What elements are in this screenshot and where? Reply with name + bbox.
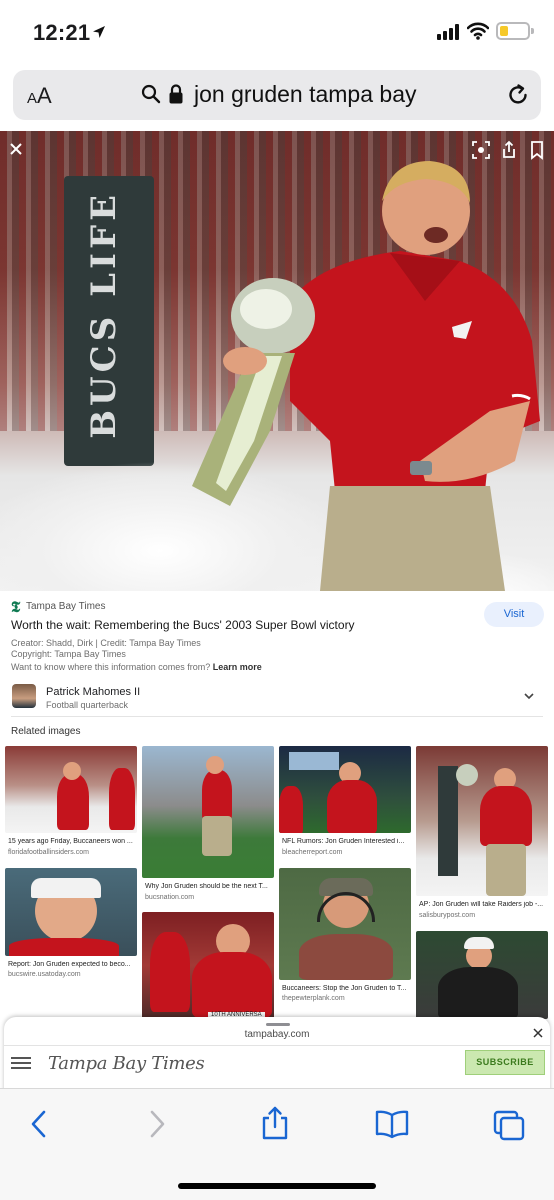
site-masthead[interactable]: Tampa Bay Times (48, 1053, 205, 1074)
related-figure-left (279, 786, 303, 833)
close-icon[interactable] (6, 139, 28, 161)
copyright-line: Copyright: Tampa Bay Times (11, 649, 126, 659)
scoreboard (289, 752, 339, 770)
back-icon[interactable] (28, 1109, 50, 1139)
battery-level (500, 26, 508, 36)
forward-icon[interactable] (146, 1109, 168, 1139)
info-source-line: Want to know where this information come… (11, 662, 262, 672)
result-title[interactable]: Worth the wait: Remembering the Bucs' 20… (11, 618, 355, 632)
related-domain-3: bleacherreport.com (282, 849, 343, 856)
learn-more-link[interactable]: Learn more (213, 662, 262, 672)
site-preview-sheet[interactable]: tampabay.com Tampa Bay Times SUBSCRIBE (4, 1017, 550, 1093)
related-image-3[interactable] (279, 746, 411, 833)
related-caption-6[interactable]: Buccaneers: Stop the Jon Gruden to T... (282, 985, 410, 992)
bookmark-icon[interactable] (526, 139, 548, 161)
battery-icon (496, 22, 534, 40)
related-images-heading: Related images (11, 726, 81, 737)
hero-image[interactable]: BUCS LIFE (0, 131, 554, 591)
banner-text: BUCS LIFE (84, 191, 124, 439)
close-icon[interactable] (532, 1027, 544, 1039)
visit-button[interactable]: Visit (484, 602, 544, 627)
related-domain-5: bucswire.usatoday.com (8, 971, 81, 978)
related-image-1[interactable] (5, 746, 137, 833)
related-caption-5[interactable]: Report: Jon Gruden expected to beco... (8, 961, 136, 968)
reload-icon[interactable] (505, 82, 531, 108)
cellular-signal-icon (437, 24, 459, 40)
publisher-name[interactable]: Tampa Bay Times (26, 601, 105, 612)
related-figure-legs (486, 844, 526, 896)
related-shirt (9, 938, 119, 956)
address-query[interactable]: jon gruden tampa bay (194, 81, 417, 108)
address-bar[interactable]: AA jon gruden tampa bay (13, 70, 541, 120)
hamburger-menu-icon[interactable] (11, 1055, 31, 1071)
related-image-4[interactable] (416, 746, 548, 896)
tabs-icon[interactable] (492, 1109, 526, 1141)
status-time: 12:21 (33, 20, 91, 45)
related-domain-2: bucsnation.com (145, 894, 195, 901)
related-figure-head (206, 756, 224, 774)
related-domain-4: salisburypost.com (419, 912, 476, 919)
info-question: Want to know where this information come… (11, 662, 211, 672)
text-size-button[interactable]: AA (27, 83, 52, 109)
person-avatar[interactable] (12, 684, 36, 708)
lens-icon[interactable] (470, 139, 492, 161)
chevron-down-icon[interactable] (523, 691, 535, 701)
related-figure (192, 952, 272, 1018)
related-image-2[interactable] (142, 746, 274, 878)
home-indicator[interactable] (178, 1183, 376, 1189)
related-figure (480, 786, 532, 846)
related-figure-legs (202, 816, 232, 856)
person-role: Football quarterback (46, 700, 129, 710)
related-visor (31, 878, 101, 898)
related-figure (327, 780, 377, 833)
related-image-8[interactable] (416, 931, 548, 1019)
related-figure-head (63, 762, 81, 780)
wifi-icon (467, 22, 489, 40)
related-cap (464, 937, 494, 949)
related-image-5[interactable] (5, 868, 137, 956)
divider (4, 1045, 550, 1046)
related-figure (57, 774, 89, 830)
search-icon (141, 84, 161, 104)
related-mascot (150, 932, 190, 1012)
subscribe-button[interactable]: SUBSCRIBE (465, 1050, 545, 1075)
divider (11, 716, 543, 717)
publisher-logo-icon: 𝕿 (11, 600, 21, 616)
sheet-domain: tampabay.com (244, 1029, 310, 1040)
related-shirt (299, 934, 393, 980)
related-figure (202, 770, 232, 820)
related-caption-4[interactable]: AP: Jon Gruden will take Raiders job -..… (419, 901, 547, 908)
share-icon[interactable] (260, 1105, 290, 1141)
related-caption-1[interactable]: 15 years ago Friday, Buccaneers won ... (8, 838, 136, 845)
related-jacket (438, 967, 518, 1019)
lock-icon (169, 84, 183, 104)
related-caption-3[interactable]: NFL Rumors: Jon Gruden Interested i... (282, 838, 410, 845)
creator-line: Creator: Shadd, Dirk | Credit: Tampa Bay… (11, 638, 201, 648)
trophy-icon (456, 764, 478, 786)
bookmarks-icon[interactable] (374, 1109, 410, 1139)
coach-with-trophy-figure (192, 161, 540, 591)
bucs-life-banner (438, 766, 458, 876)
related-caption-2[interactable]: Why Jon Gruden should be the next T... (145, 883, 273, 890)
location-arrow-icon (93, 26, 105, 38)
related-image-6[interactable]: 10TH ANNIVERSA (142, 912, 274, 1019)
related-domain-6: thepewterplank.com (282, 995, 345, 1002)
share-icon[interactable] (498, 139, 520, 161)
sheet-grabber[interactable] (266, 1023, 290, 1026)
related-figure-mascot (109, 768, 135, 830)
battery-cap (531, 28, 534, 34)
status-bar: 12:21 (0, 0, 554, 64)
related-image-7[interactable] (279, 868, 411, 980)
related-domain-1: floridafootballinsiders.com (8, 849, 89, 856)
person-name[interactable]: Patrick Mahomes II (46, 686, 140, 698)
